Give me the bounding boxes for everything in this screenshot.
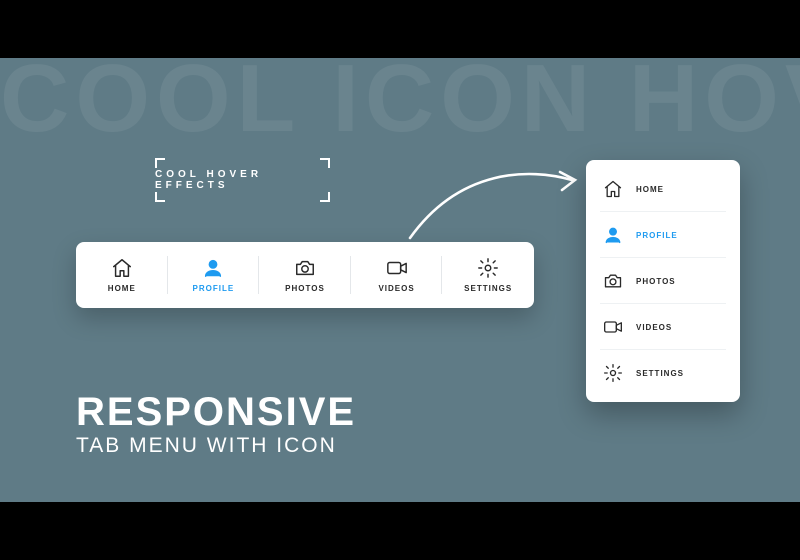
background-watermark-text: COOL ICON HOVER bbox=[0, 58, 800, 154]
tab-home[interactable]: HOME bbox=[76, 242, 168, 308]
arrow-annotation bbox=[400, 150, 590, 250]
menu-item-label: PROFILE bbox=[636, 231, 678, 240]
tab-label: HOME bbox=[108, 284, 136, 293]
stage: COOL ICON HOVER COOL HOVER EFFECTS HOME … bbox=[0, 58, 800, 502]
tab-settings[interactable]: SETTINGS bbox=[442, 242, 534, 308]
home-icon bbox=[602, 178, 624, 200]
menu-item-settings[interactable]: SETTINGS bbox=[586, 350, 740, 396]
hover-effects-frame: COOL HOVER EFFECTS bbox=[155, 158, 330, 202]
tab-label: VIDEOS bbox=[378, 284, 414, 293]
menu-item-photos[interactable]: PHOTOS bbox=[586, 258, 740, 304]
menu-item-label: HOME bbox=[636, 185, 664, 194]
tab-label: PHOTOS bbox=[285, 284, 325, 293]
camera-icon bbox=[602, 270, 624, 292]
tab-profile[interactable]: PROFILE bbox=[168, 242, 260, 308]
hover-effects-label: COOL HOVER EFFECTS bbox=[155, 169, 330, 191]
tab-label: PROFILE bbox=[193, 284, 235, 293]
home-icon bbox=[111, 257, 133, 279]
tab-videos[interactable]: VIDEOS bbox=[351, 242, 443, 308]
title-block: RESPONSIVE TAB MENU WITH ICON bbox=[76, 392, 356, 458]
vertical-tab-menu: HOME PROFILE PHOTOS VIDEOS SETTINGS bbox=[586, 160, 740, 402]
corner-decoration bbox=[320, 158, 330, 168]
corner-decoration bbox=[320, 192, 330, 202]
title-main: RESPONSIVE bbox=[76, 392, 356, 432]
video-icon bbox=[602, 316, 624, 338]
corner-decoration bbox=[155, 192, 165, 202]
gear-icon bbox=[477, 257, 499, 279]
menu-item-label: SETTINGS bbox=[636, 369, 684, 378]
menu-item-videos[interactable]: VIDEOS bbox=[586, 304, 740, 350]
horizontal-tab-menu: HOME PROFILE PHOTOS VIDEOS SETTINGS bbox=[76, 242, 534, 308]
menu-item-profile[interactable]: PROFILE bbox=[586, 212, 740, 258]
menu-item-label: VIDEOS bbox=[636, 323, 672, 332]
menu-item-label: PHOTOS bbox=[636, 277, 676, 286]
tab-photos[interactable]: PHOTOS bbox=[259, 242, 351, 308]
tab-label: SETTINGS bbox=[464, 284, 512, 293]
camera-icon bbox=[294, 257, 316, 279]
user-icon bbox=[602, 224, 624, 246]
user-icon bbox=[202, 257, 224, 279]
corner-decoration bbox=[155, 158, 165, 168]
gear-icon bbox=[602, 362, 624, 384]
title-sub: TAB MENU WITH ICON bbox=[76, 434, 356, 458]
menu-item-home[interactable]: HOME bbox=[586, 166, 740, 212]
video-icon bbox=[386, 257, 408, 279]
